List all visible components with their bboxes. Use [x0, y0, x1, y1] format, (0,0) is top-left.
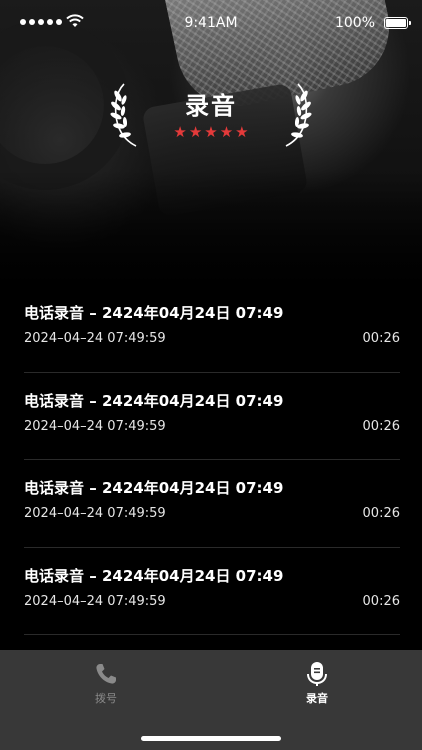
recording-duration: 00:26 — [362, 506, 400, 521]
recording-title: 电话录音 – 2424年04月24日 07:49 — [24, 566, 284, 585]
recording-date: 2024–04–24 07:49:59 — [24, 418, 166, 434]
title-badge: 录音 ★ ★ ★ ★ ★ — [110, 80, 312, 150]
phone-icon — [96, 664, 116, 684]
microphone-icon — [307, 662, 327, 686]
home-indicator — [141, 736, 281, 741]
tab-record[interactable]: 录音 — [257, 650, 377, 720]
tab-record-label: 录音 — [306, 692, 328, 705]
recording-item[interactable]: 电话录音 – 2424年04月24日 07:49 2024–04–24 07:4… — [24, 460, 400, 548]
tab-dial-label: 拨号 — [95, 692, 117, 705]
recording-item[interactable]: 电话录音 – 2424年04月24日 07:49 2024–04–24 07:4… — [24, 373, 400, 460]
recording-date: 2024–04–24 07:49:59 — [24, 593, 166, 609]
star-icon: ★ — [219, 123, 234, 141]
recording-duration: 00:26 — [362, 418, 400, 434]
recording-title: 电话录音 – 2424年04月24日 07:49 — [24, 391, 284, 410]
star-icon: ★ — [204, 123, 218, 141]
tab-dial[interactable]: 拨号 — [46, 650, 166, 720]
star-icon: ★ — [188, 123, 203, 141]
star-icon: ★ — [173, 123, 187, 141]
recording-date: 2024–04–24 07:49:59 — [24, 506, 166, 521]
star-icon: ★ — [235, 123, 249, 141]
laurel-right-icon — [285, 83, 312, 147]
recording-date: 2024–04–24 07:49:59 — [24, 331, 166, 346]
recording-duration: 00:26 — [362, 593, 400, 609]
recording-title: 电话录音 – 2424年04月24日 07:49 — [24, 304, 284, 322]
recording-item[interactable]: 电话录音 – 2424年04月24日 07:49 2024–04–24 07:4… — [24, 548, 400, 635]
recording-title: 电话录音 – 2424年04月24日 07:49 — [24, 479, 284, 497]
status-bar: 9:41AM 100% — [0, 0, 422, 48]
battery-percentage: 100% — [334, 15, 375, 31]
recording-duration: 00:26 — [362, 331, 400, 346]
recording-list: 电话录音 – 2424年04月24日 07:49 2024–04–24 07:4… — [24, 285, 400, 635]
battery-icon — [384, 17, 411, 29]
tab-bar: 拨号 录音 — [0, 650, 422, 750]
recording-item[interactable]: 电话录音 – 2424年04月24日 07:49 2024–04–24 07:4… — [24, 285, 400, 373]
